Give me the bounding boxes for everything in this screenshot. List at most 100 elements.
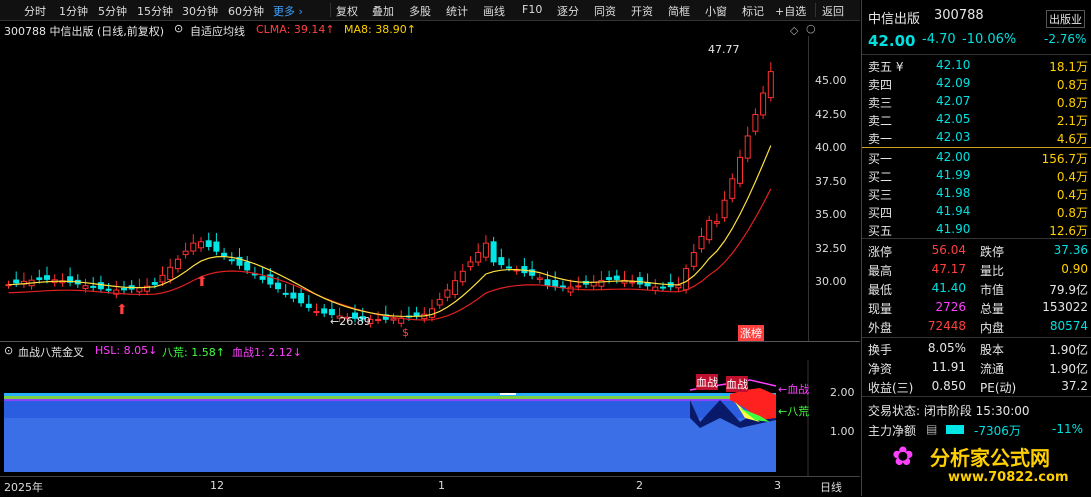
candle [690,252,697,267]
sub-axis-tick: 2.00 [830,386,855,399]
main-flow-value: -7306万 [974,424,1021,438]
candle [452,280,459,295]
price-tick: 42.50 [815,108,847,121]
price-tick: 40.00 [815,141,847,154]
hsl-value: HSL: 8.05↓ [95,344,158,357]
period-tab-60min[interactable]: 60分钟 [228,3,264,19]
stat-label: 外盘 [868,321,893,335]
ask-row[interactable]: 卖四 42.09 0.8万 [862,74,1091,93]
toolbar-overlay[interactable]: 叠加 [372,3,394,19]
last-price: 42.00 [868,32,916,50]
candle [698,235,705,250]
sub-axis-tick: 1.00 [830,425,855,438]
toolbar-draw[interactable]: 画线 [483,3,505,19]
ask-volume: 0.8万 [1056,78,1088,92]
period-tab-30min[interactable]: 30分钟 [182,3,218,19]
bid-price: 41.90 [936,222,971,236]
ask-row[interactable]: 卖五 ¥ 42.10 18.1万 [862,56,1091,75]
toolbar-fuquan[interactable]: 复权 [336,3,358,19]
bid-row[interactable]: 买三 41.98 0.4万 [862,184,1091,203]
stat-row: 最高 47.17 量比 0.90 [862,260,1091,279]
ask-row[interactable]: 卖二 42.05 2.1万 [862,110,1091,129]
sector-tag[interactable]: 出版业 [1046,10,1085,28]
back-button[interactable]: 返回 [822,3,844,19]
candle [767,71,774,99]
bid-label: 买三 [868,188,893,202]
add-watchlist-button[interactable]: +自选 [775,3,806,19]
stat-value: 41.40 [931,281,966,295]
stat-label: 流通 [980,362,1005,376]
candle [213,241,220,252]
toolbar-same[interactable]: 同资 [594,3,616,19]
candle [198,241,204,249]
toolbar-open[interactable]: 开资 [631,3,653,19]
indicator-dropdown-icon[interactable]: ⊙ [174,22,183,35]
candlestick-chart[interactable] [0,36,860,342]
bid-label: 买二 [868,170,893,184]
ask-price: 42.07 [936,94,971,108]
bid-row[interactable]: 买一 42.00 156.7万 [862,148,1091,167]
candle [429,308,435,318]
stat-row: 换手 8.05% 股本 1.90亿 [862,339,1091,358]
bid-row[interactable]: 买二 41.99 0.4万 [862,166,1091,185]
toolbar-small-window[interactable]: 小窗 [705,3,727,19]
chart-close-icon[interactable]: ○ [806,22,816,35]
bid-label: 买五 [868,224,893,238]
candle [713,221,720,224]
candle [328,309,335,316]
toolbar-f10[interactable]: F10 [522,3,542,16]
site-logo: ✿ 分析家公式网 www.70822.com [892,440,1091,492]
candle [721,199,728,219]
stat-row: 外盘 72448 内盘 80574 [862,317,1091,336]
period-tab-timeshare[interactable]: 分时 [24,3,46,19]
toolbar-simple[interactable]: 简框 [668,3,690,19]
main-flow-menu-icon[interactable]: ▤ [926,422,937,436]
bid-row[interactable]: 买四 41.94 0.8万 [862,202,1091,221]
stat-row: 最低 41.40 市值 79.9亿 [862,279,1091,298]
price-tick: 37.50 [815,175,847,188]
toolbar-mark[interactable]: 标记 [742,3,764,19]
toolbar-stats[interactable]: 统计 [446,3,468,19]
ma8-value: MA8: 38.90↑ [344,23,416,36]
blue-area [4,418,776,472]
stat-label: 股本 [980,343,1005,357]
stat-value: 11.91 [931,360,966,374]
xuezhan-value: 血战1: 2.12↓ [232,346,302,359]
ask-volume: 4.6万 [1056,132,1088,146]
period-tab-5min[interactable]: 5分钟 [98,3,127,19]
bid-volume: 12.6万 [1049,224,1088,238]
candle [159,274,166,283]
time-axis [0,476,860,497]
candle [36,277,43,280]
period-label[interactable]: 日线 [820,479,842,495]
toolbar-multi[interactable]: 多股 [409,3,431,19]
candle [760,92,767,116]
stat-row: 涨停 56.04 跌停 37.36 [862,241,1091,260]
period-tab-15min[interactable]: 15分钟 [137,3,173,19]
candle [552,280,559,288]
ask-row[interactable]: 卖三 42.07 0.8万 [862,92,1091,111]
price-tick: 45.00 [815,74,847,87]
xuezhan-marker-a: 血战 [696,374,718,390]
buy-arrow-icon: ⬆ [116,302,128,318]
ask-row[interactable]: 卖一 42.03 4.6万 [862,128,1091,147]
candle [290,292,297,299]
sub-indicator-icon[interactable]: ⊙ [4,344,13,357]
bid-price: 42.00 [936,150,971,164]
more-button[interactable]: 更多 › [273,3,303,19]
stat-value: 8.05% [927,341,966,355]
stat-row: 收益(三) 0.850 PE(动) 37.2 [862,377,1091,396]
stat-label: 涨停 [868,245,893,259]
candle [413,312,420,317]
bid-price: 41.94 [936,204,971,218]
sub-indicator-name[interactable]: 血战八荒金叉 [18,344,84,360]
candle [305,303,312,308]
stat-value: 1.90亿 [1049,343,1088,357]
toolbar-by-minute[interactable]: 逐分 [557,3,579,19]
stat-label: 收益(三) [868,381,914,395]
candle [97,282,104,290]
period-tab-1min[interactable]: 1分钟 [59,3,88,19]
time-tick: 2025年 [4,481,43,494]
ask-label: 卖二 [868,114,893,128]
bid-row[interactable]: 买五 41.90 12.6万 [862,220,1091,239]
